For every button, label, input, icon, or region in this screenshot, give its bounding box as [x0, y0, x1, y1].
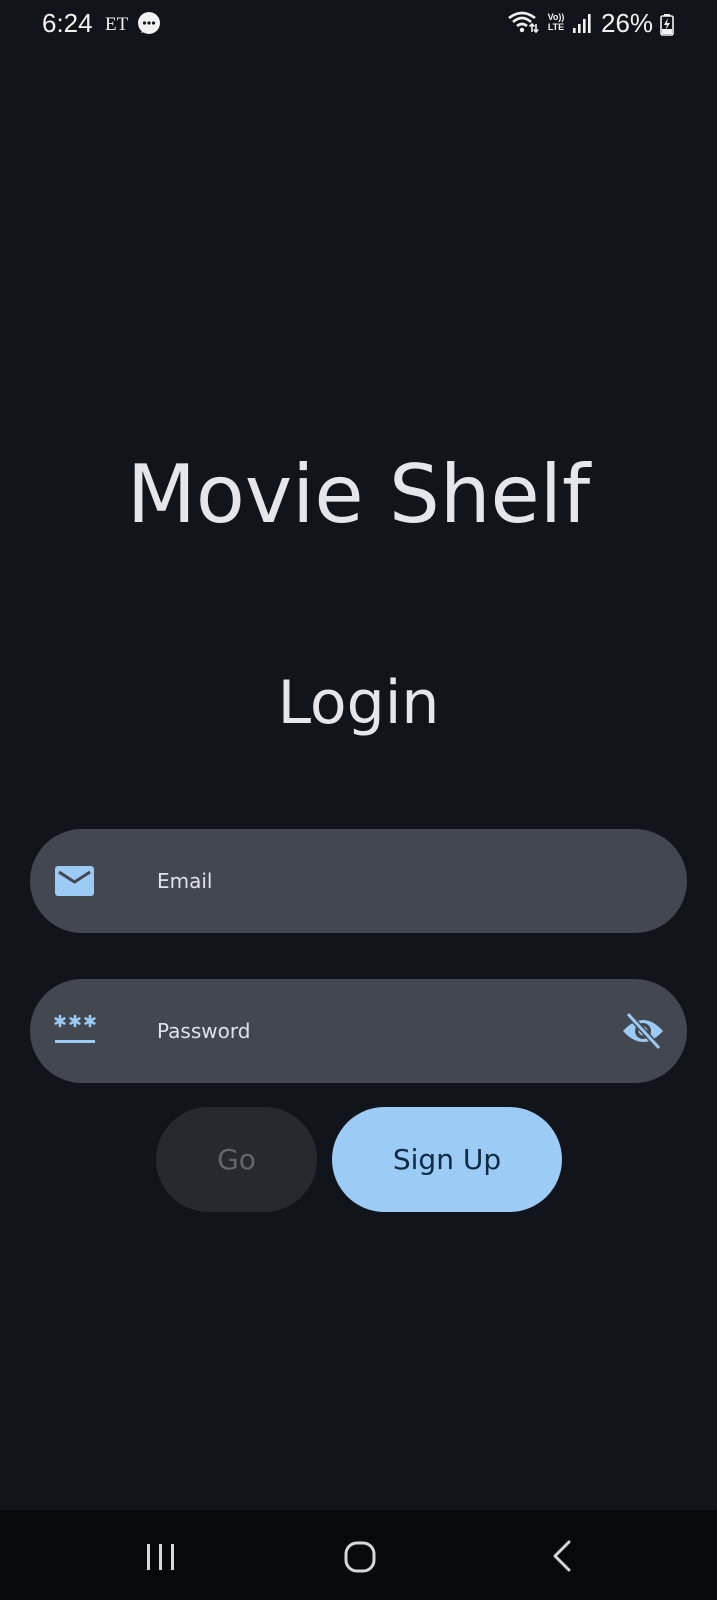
volte-line1: Vo))	[547, 12, 565, 22]
message-icon	[136, 11, 162, 37]
password-input[interactable]	[157, 979, 627, 1083]
password-field[interactable]	[30, 979, 687, 1083]
app-title: Movie Shelf	[126, 448, 591, 541]
volte-icon: Vo)) LTE	[545, 12, 567, 32]
password-icon	[54, 1013, 96, 1054]
signal-icon	[573, 13, 593, 40]
go-button[interactable]: Go	[156, 1107, 317, 1212]
email-field[interactable]	[30, 829, 687, 933]
status-bar: 6:24 ET Vo)) LTE 26%	[0, 0, 717, 48]
home-icon[interactable]	[330, 1532, 390, 1580]
visibility-off-icon[interactable]	[621, 1011, 665, 1051]
navigation-bar	[0, 1510, 717, 1600]
back-icon[interactable]	[533, 1532, 593, 1580]
email-input[interactable]	[157, 829, 627, 933]
status-time: 6:24	[42, 8, 93, 38]
mail-icon	[54, 863, 96, 904]
screen-title: Login	[277, 668, 440, 738]
wifi-icon	[507, 10, 539, 39]
recents-icon[interactable]	[131, 1532, 191, 1580]
sign-up-button[interactable]: Sign Up	[332, 1107, 562, 1212]
volte-line2: LTE	[547, 22, 565, 32]
battery-percent: 26%	[601, 8, 654, 38]
carrier-badge: ET	[105, 14, 129, 35]
battery-charging-icon	[660, 14, 674, 41]
